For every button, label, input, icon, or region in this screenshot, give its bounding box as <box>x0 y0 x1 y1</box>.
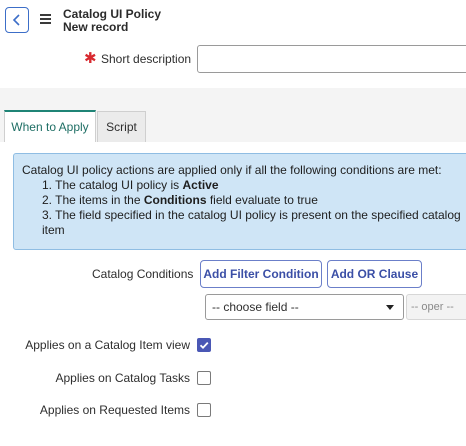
catalog-conditions-label: Catalog Conditions <box>92 267 194 281</box>
hamburger-menu-icon[interactable] <box>40 14 51 24</box>
tab-when-to-apply[interactable]: When to Apply <box>4 110 96 142</box>
caret-down-icon <box>386 305 394 310</box>
chevron-left-icon <box>12 14 20 26</box>
info-list: 1. The catalog UI policy is Active 2. Th… <box>42 178 466 238</box>
form-header: Catalog UI Policy New record <box>0 0 466 40</box>
applies-catalog-item-view-checkbox[interactable] <box>197 338 211 352</box>
applies-requested-items-checkbox[interactable] <box>197 403 211 417</box>
applies-requested-items-label: Applies on Requested Items <box>39 403 190 417</box>
field-select[interactable]: -- choose field -- <box>205 294 404 320</box>
applies-catalog-tasks-checkbox[interactable] <box>197 371 211 385</box>
tab-script[interactable]: Script <box>97 111 146 142</box>
required-icon: ✱ <box>84 50 97 67</box>
info-message: Catalog UI policy actions are applied on… <box>13 153 466 250</box>
add-or-clause-button[interactable]: Add OR Clause <box>327 260 422 288</box>
field-select-value: -- choose field -- <box>212 300 299 314</box>
info-item-3: 3. The field specified in the catalog UI… <box>42 208 461 237</box>
short-description-input[interactable] <box>197 45 466 73</box>
back-button[interactable] <box>5 7 29 33</box>
checkmark-icon <box>199 341 209 349</box>
operator-select[interactable]: -- oper -- <box>406 294 466 320</box>
applies-catalog-tasks-label: Applies on Catalog Tasks <box>55 371 190 385</box>
page-subtitle: New record <box>63 20 129 34</box>
info-item-2: 2. The items in the Conditions field eva… <box>42 193 318 207</box>
info-item-1: 1. The catalog UI policy is Active <box>42 178 219 192</box>
info-intro: Catalog UI policy actions are applied on… <box>22 163 442 177</box>
operator-select-value: -- oper -- <box>411 301 454 313</box>
short-description-label: Short description <box>101 52 192 66</box>
add-filter-condition-button[interactable]: Add Filter Condition <box>200 260 322 288</box>
applies-catalog-item-view-label: Applies on a Catalog Item view <box>25 338 190 352</box>
